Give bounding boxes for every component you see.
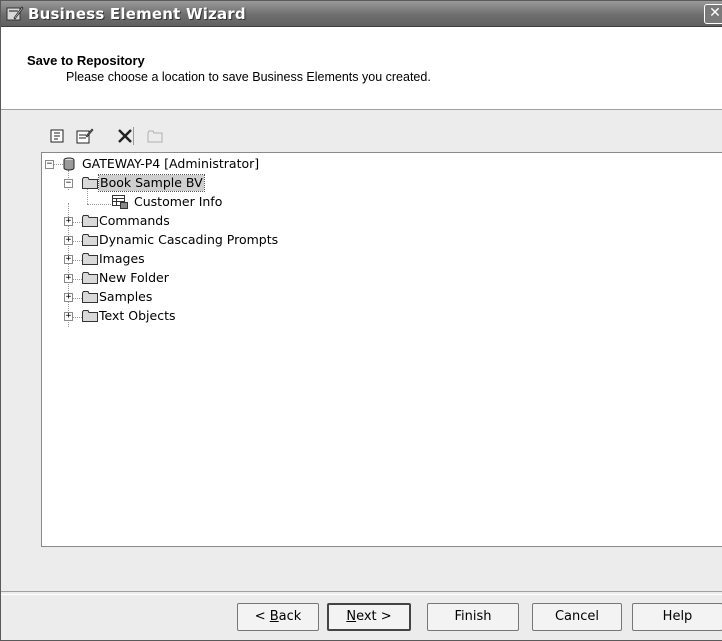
expand-toggle[interactable]: + bbox=[64, 236, 73, 245]
folder-icon bbox=[82, 177, 98, 189]
tree-node-text-objects[interactable]: + Text Objects bbox=[42, 308, 342, 326]
finish-button[interactable]: Finish bbox=[427, 603, 519, 631]
tree-node-label: Text Objects bbox=[99, 308, 176, 323]
folder-icon bbox=[82, 253, 98, 265]
next-mnemonic: N bbox=[346, 609, 357, 624]
wizard-icon bbox=[6, 6, 24, 21]
new-folder-button[interactable] bbox=[145, 126, 165, 146]
page-title: Save to Repository bbox=[27, 53, 145, 68]
expand-toggle[interactable]: + bbox=[64, 255, 73, 264]
title-bar[interactable]: Business Element Wizard ✕ bbox=[1, 1, 722, 27]
tree-node-label: Images bbox=[99, 251, 145, 266]
business-view-icon bbox=[112, 195, 128, 209]
collapse-toggle[interactable]: − bbox=[64, 179, 73, 188]
tree-node-samples[interactable]: + Samples bbox=[42, 289, 342, 307]
collapse-toggle[interactable]: − bbox=[45, 160, 54, 169]
page-subtitle: Please choose a location to save Busines… bbox=[66, 70, 431, 84]
folder-icon bbox=[82, 291, 98, 303]
tree-node-label: New Folder bbox=[99, 270, 169, 285]
next-label: ext > bbox=[356, 609, 392, 624]
cancel-button[interactable]: Cancel bbox=[532, 603, 622, 631]
delete-button[interactable] bbox=[115, 126, 135, 146]
back-button[interactable]: < Back bbox=[237, 603, 319, 631]
expand-toggle[interactable]: + bbox=[64, 312, 73, 321]
tree-node-label: GATEWAY-P4 [Administrator] bbox=[82, 156, 260, 171]
properties-icon bbox=[50, 129, 64, 143]
expand-toggle[interactable]: + bbox=[64, 274, 73, 283]
delete-icon bbox=[118, 129, 132, 143]
tree-node-new-folder[interactable]: + New Folder bbox=[42, 270, 342, 288]
tree-node-images[interactable]: + Images bbox=[42, 251, 342, 269]
back-label: ack bbox=[278, 609, 302, 624]
window-title: Business Element Wizard bbox=[28, 5, 246, 23]
edit-properties-icon bbox=[76, 128, 94, 144]
tree-node-dynamic-cascading-prompts[interactable]: + Dynamic Cascading Prompts bbox=[42, 232, 342, 250]
back-mnemonic: B bbox=[269, 609, 279, 624]
tree-node-customer-info[interactable]: Customer Info bbox=[42, 194, 342, 212]
close-button[interactable]: ✕ bbox=[704, 4, 722, 24]
tree-node-root[interactable]: − GATEWAY-P4 [Administrator] bbox=[42, 156, 342, 174]
tree-node-commands[interactable]: + Commands bbox=[42, 213, 342, 231]
expand-toggle[interactable]: + bbox=[64, 217, 73, 226]
help-button[interactable]: Help bbox=[632, 603, 722, 631]
tree-node-label: Commands bbox=[99, 213, 170, 228]
close-icon: ✕ bbox=[709, 5, 721, 21]
tree-node-book-sample-bv[interactable]: − Book Sample BV bbox=[42, 174, 342, 193]
tree-node-label: Customer Info bbox=[134, 194, 223, 209]
folder-icon bbox=[82, 272, 98, 284]
folder-icon bbox=[82, 234, 98, 246]
folder-icon bbox=[82, 310, 98, 322]
next-button[interactable]: Next > bbox=[327, 603, 411, 631]
folder-icon bbox=[82, 215, 98, 227]
properties-button[interactable] bbox=[47, 126, 67, 146]
wizard-window: Business Element Wizard ✕ Save to Reposi… bbox=[0, 0, 722, 641]
cancel-label: Cancel bbox=[554, 609, 600, 624]
server-icon bbox=[63, 157, 75, 171]
tree-node-label: Book Sample BV bbox=[98, 174, 205, 192]
repository-tree[interactable]: − GATEWAY-P4 [Administrator] − Book Samp… bbox=[41, 152, 722, 547]
tree-node-label: Dynamic Cascading Prompts bbox=[99, 232, 279, 247]
expand-toggle[interactable]: + bbox=[64, 293, 73, 302]
footer-separator bbox=[1, 591, 722, 595]
wizard-header bbox=[1, 27, 722, 110]
edit-properties-button[interactable] bbox=[75, 126, 95, 146]
tree-node-label: Samples bbox=[99, 289, 153, 304]
finish-label: Finish bbox=[454, 609, 492, 624]
back-prefix: < bbox=[254, 609, 270, 624]
help-label: Help bbox=[662, 609, 693, 624]
new-folder-icon bbox=[147, 130, 163, 143]
